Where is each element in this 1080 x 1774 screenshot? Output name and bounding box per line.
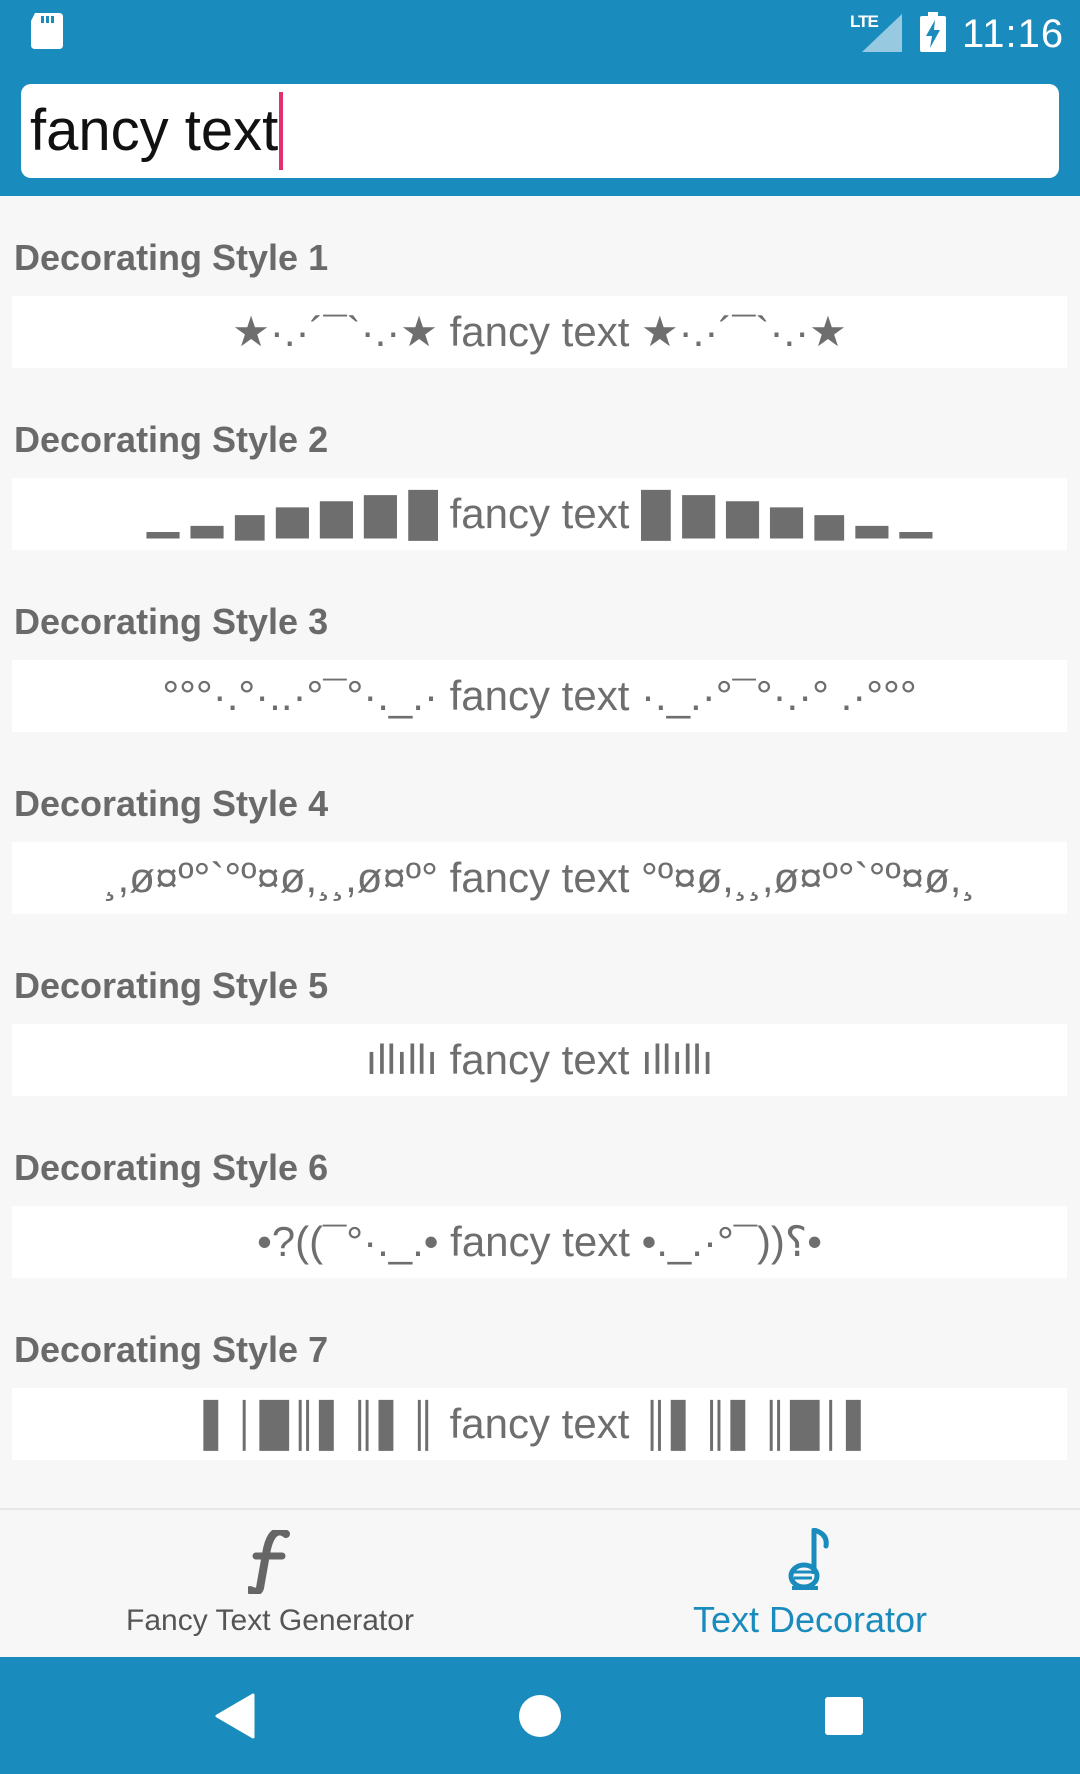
lte-signal-icon: LTE <box>850 12 902 52</box>
style-output-text: ıllıllı fancy text ıllıllı <box>365 1036 714 1083</box>
recents-button[interactable] <box>784 1657 904 1774</box>
style-output-card[interactable]: ¸,ø¤º°`°º¤ø,¸¸,ø¤º° fancy text °º¤ø,¸¸,ø… <box>12 842 1067 914</box>
nav-label-text-decorator: Text Decorator <box>692 1599 928 1640</box>
style-item-6: Decorating Style 6 •?((¯°·._.• fancy tex… <box>0 1106 1080 1288</box>
search-input-value: fancy text <box>30 98 279 163</box>
style-output-text: ▌│█║▌║▌║ fancy text ║▌║▌║█│▌ <box>203 1400 876 1447</box>
italic-f-icon <box>248 1530 290 1594</box>
back-button[interactable] <box>175 1657 295 1774</box>
system-navigation-bar <box>0 1657 1080 1774</box>
app-header: fancy text <box>0 82 1080 196</box>
style-output-text: °°°·.°·..·°¯°·._.· fancy text ·._.·°¯°·.… <box>162 672 917 719</box>
style-output-card[interactable]: ▌│█║▌║▌║ fancy text ║▌║▌║█│▌ <box>12 1388 1067 1460</box>
style-title: Decorating Style 3 <box>14 601 329 642</box>
style-title: Decorating Style 1 <box>14 237 329 278</box>
style-output-card[interactable]: ıllıllı fancy text ıllıllı <box>12 1024 1067 1096</box>
style-title: Decorating Style 4 <box>14 783 329 824</box>
home-circle-icon <box>519 1694 561 1737</box>
text-caret <box>279 92 284 170</box>
style-item-4: Decorating Style 4 ¸,ø¤º°`°º¤ø,¸¸,ø¤º° f… <box>0 742 1080 924</box>
style-output-text: ▁ ▂ ▄ ▅ ▆ ▇ █ fancy text █ ▇ ▆ ▅ ▄ ▂ ▁ <box>146 490 933 537</box>
style-item-2: Decorating Style 2 ▁ ▂ ▄ ▅ ▆ ▇ █ fancy t… <box>0 378 1080 560</box>
style-item-5: Decorating Style 5 ıllıllı fancy text ıl… <box>0 924 1080 1106</box>
sd-card-icon <box>31 13 63 49</box>
style-output-card[interactable]: •?((¯°·._.• fancy text •._.·°¯))؟• <box>12 1206 1067 1278</box>
back-triangle-icon <box>215 1693 255 1738</box>
bottom-navigation: Fancy Text Generator Text Decorator <box>0 1508 1080 1657</box>
style-item-3: Decorating Style 3 °°°·.°·..·°¯°·._.· fa… <box>0 560 1080 742</box>
search-input[interactable]: fancy text <box>21 84 1059 178</box>
decorating-styles-list[interactable]: Decorating Style 1 ★·.·´¯`·.·★ fancy tex… <box>0 196 1080 1508</box>
style-output-card[interactable]: ★·.·´¯`·.·★ fancy text ★·.·´¯`·.·★ <box>12 296 1067 368</box>
style-output-text: ¸,ø¤º°`°º¤ø,¸¸,ø¤º° fancy text °º¤ø,¸¸,ø… <box>103 854 976 901</box>
style-title: Decorating Style 7 <box>14 1329 329 1370</box>
nav-text-decorator[interactable]: Text Decorator <box>540 1510 1080 1659</box>
clock: 11:16 <box>962 12 1065 56</box>
style-output-text: ★·.·´¯`·.·★ fancy text ★·.·´¯`·.·★ <box>232 308 847 355</box>
recents-square-icon <box>825 1696 863 1735</box>
music-note-icon <box>788 1528 829 1590</box>
style-title: Decorating Style 2 <box>14 419 329 460</box>
style-title: Decorating Style 6 <box>14 1147 329 1188</box>
battery-charging-icon <box>920 12 946 52</box>
nav-label-fancy-text-generator: Fancy Text Generator <box>126 1604 414 1637</box>
home-button[interactable] <box>480 1657 600 1774</box>
style-item-1: Decorating Style 1 ★·.·´¯`·.·★ fancy tex… <box>0 196 1080 378</box>
style-item-7: Decorating Style 7 ▌│█║▌║▌║ fancy text ║… <box>0 1288 1080 1470</box>
style-output-text: •?((¯°·._.• fancy text •._.·°¯))؟• <box>257 1218 822 1265</box>
status-bar: LTE 11:16 <box>0 0 1080 82</box>
style-output-card[interactable]: °°°·.°·..·°¯°·._.· fancy text ·._.·°¯°·.… <box>12 660 1067 732</box>
style-title: Decorating Style 5 <box>14 965 329 1006</box>
nav-fancy-text-generator[interactable]: Fancy Text Generator <box>0 1510 540 1659</box>
network-label: LTE <box>850 12 879 31</box>
style-output-card[interactable]: ▁ ▂ ▄ ▅ ▆ ▇ █ fancy text █ ▇ ▆ ▅ ▄ ▂ ▁ <box>12 478 1067 550</box>
